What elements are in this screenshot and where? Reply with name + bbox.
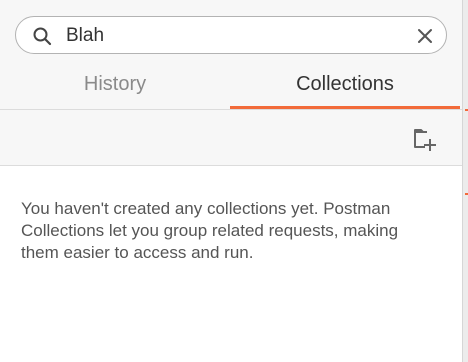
collections-toolbar xyxy=(0,110,462,166)
search-input[interactable] xyxy=(66,24,396,48)
close-icon[interactable] xyxy=(415,26,435,46)
tab-history[interactable]: History xyxy=(0,62,230,109)
sidebar-header: History Collections xyxy=(0,0,462,110)
empty-state-message: You haven't created any collections yet.… xyxy=(21,199,399,262)
search-icon xyxy=(33,27,52,46)
tab-collections[interactable]: Collections xyxy=(230,62,460,109)
add-folder-icon[interactable] xyxy=(410,125,438,153)
search-box[interactable] xyxy=(15,16,447,54)
adjacent-panel-edge xyxy=(462,0,468,362)
